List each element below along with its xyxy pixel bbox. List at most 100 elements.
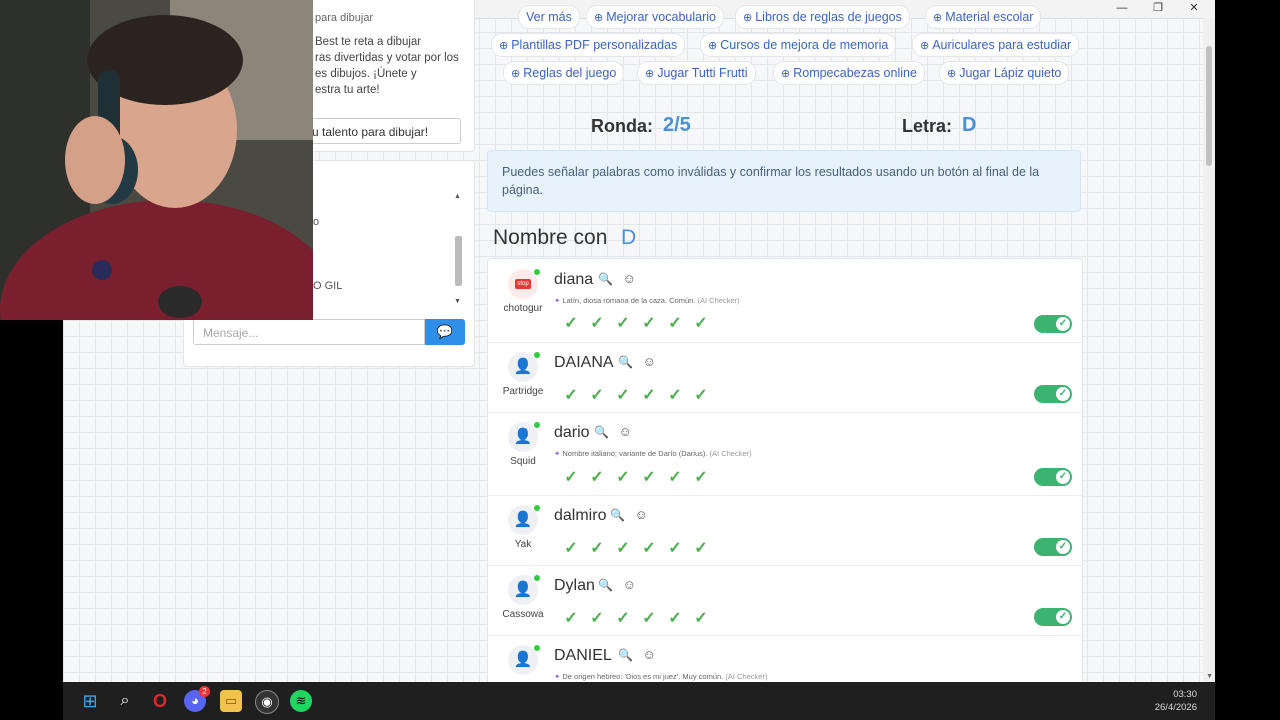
plus-circle-icon: ⊕ xyxy=(511,68,521,80)
chip-vocabulario[interactable]: ⊕ Mejorar vocabulario xyxy=(586,5,724,29)
emoji-react-icon[interactable]: ☺ xyxy=(623,271,636,286)
vote-check-icon[interactable]: ✓ xyxy=(662,313,688,333)
close-button[interactable]: ✕ xyxy=(1177,0,1211,18)
search-icon[interactable]: 🔍 xyxy=(610,508,625,522)
check-icon: ✓ xyxy=(1056,610,1070,624)
vote-check-icon[interactable]: ✓ xyxy=(636,385,662,405)
emoji-react-icon[interactable]: ☺ xyxy=(643,647,656,662)
vote-check-icon[interactable]: ✓ xyxy=(584,467,610,487)
vote-check-icon[interactable]: ✓ xyxy=(558,385,584,405)
vote-check-icon[interactable]: ✓ xyxy=(688,385,714,405)
chat-message-input[interactable]: Mensaje... xyxy=(193,319,425,345)
search-icon[interactable]: ⌕ xyxy=(114,690,136,712)
send-message-button[interactable]: 💬 xyxy=(425,319,465,345)
chip-label: Libros de reglas de juegos xyxy=(755,10,902,24)
vote-check-icon[interactable]: ✓ xyxy=(688,608,714,628)
vote-check-icon[interactable]: ✓ xyxy=(610,608,636,628)
vote-check-icon[interactable]: ✓ xyxy=(662,385,688,405)
vote-check-icon[interactable]: ✓ xyxy=(636,467,662,487)
chip-rompecabezas[interactable]: ⊕ Rompecabezas online xyxy=(773,61,925,85)
vote-check-icon[interactable]: ✓ xyxy=(636,608,662,628)
vote-check-icon[interactable]: ✓ xyxy=(584,538,610,558)
definition-text: Nombre italiano; variante de Darío (Dari… xyxy=(562,449,708,458)
plus-circle-icon: ⊕ xyxy=(947,68,957,80)
plus-circle-icon: ⊕ xyxy=(708,40,718,52)
valid-toggle[interactable]: ✓ xyxy=(1034,385,1072,403)
emoji-react-icon[interactable]: ☺ xyxy=(619,424,632,439)
check-icon: ✓ xyxy=(1056,540,1070,554)
vote-check-icon[interactable]: ✓ xyxy=(636,313,662,333)
plus-circle-icon: ⊕ xyxy=(499,40,509,52)
search-icon[interactable]: 🔍 xyxy=(618,355,633,369)
online-status-dot xyxy=(534,505,540,511)
answer-word: DAIANA xyxy=(554,354,614,371)
vote-check-icon[interactable]: ✓ xyxy=(636,538,662,558)
check-icon: ✓ xyxy=(1056,387,1070,401)
chat-scroll-up-icon[interactable]: ▲ xyxy=(454,193,461,200)
definition-text: Latín, diosa romana de la caza. Común. xyxy=(562,296,696,305)
vote-check-icon[interactable]: ✓ xyxy=(610,313,636,333)
word-tools: 🔍 ☺ xyxy=(610,507,648,522)
chip-tutti-frutti[interactable]: ⊕ Jugar Tutti Frutti xyxy=(637,61,756,85)
category-title: Nombre con xyxy=(493,226,608,249)
emoji-react-icon[interactable]: ☺ xyxy=(623,577,636,592)
vote-check-icon[interactable]: ✓ xyxy=(688,313,714,333)
discord-icon[interactable]: ◕ 2 xyxy=(184,686,210,712)
vote-check-icon[interactable]: ✓ xyxy=(688,467,714,487)
vote-check-icon[interactable]: ✓ xyxy=(662,538,688,558)
file-explorer-icon[interactable]: ▭ xyxy=(220,690,242,712)
chip-lapiz-quieto[interactable]: ⊕ Jugar Lápiz quieto xyxy=(939,61,1070,85)
vote-check-icon[interactable]: ✓ xyxy=(610,538,636,558)
vote-check-icon[interactable]: ✓ xyxy=(688,538,714,558)
obs-icon[interactable]: ◉ xyxy=(255,690,279,714)
definition-source: (AI Checker) xyxy=(709,449,752,458)
valid-toggle[interactable]: ✓ xyxy=(1034,468,1072,486)
vote-check-icon[interactable]: ✓ xyxy=(584,313,610,333)
chat-scrollbar-thumb[interactable] xyxy=(455,236,462,286)
emoji-react-icon[interactable]: ☺ xyxy=(643,354,656,369)
search-icon[interactable]: 🔍 xyxy=(594,425,609,439)
webcam-overlay xyxy=(0,0,313,320)
chip-libros-reglas[interactable]: ⊕ Libros de reglas de juegos xyxy=(735,5,910,29)
chat-scroll-down-icon[interactable]: ▼ xyxy=(454,298,461,305)
intro-line: ras divertidas y votar por los xyxy=(315,52,459,64)
vote-check-icon[interactable]: ✓ xyxy=(584,608,610,628)
emoji-react-icon[interactable]: ☺ xyxy=(635,507,648,522)
vote-check-icon[interactable]: ✓ xyxy=(584,385,610,405)
page-scrollbar[interactable]: ▼ xyxy=(1203,18,1215,682)
vote-check-icon[interactable]: ✓ xyxy=(558,538,584,558)
restore-button[interactable]: ❐ xyxy=(1141,0,1175,18)
chip-material-escolar[interactable]: ⊕ Material escolar xyxy=(925,5,1042,29)
minimize-button[interactable]: — xyxy=(1105,0,1139,18)
vote-check-icon[interactable]: ✓ xyxy=(610,385,636,405)
scroll-down-arrow-icon[interactable]: ▼ xyxy=(1206,673,1213,680)
search-icon[interactable]: 🔍 xyxy=(598,272,613,286)
category-letter: D xyxy=(621,226,637,249)
windows-start-icon[interactable]: ⊞ xyxy=(79,690,101,712)
vote-check-icon[interactable]: ✓ xyxy=(558,467,584,487)
chip-ver-mas[interactable]: Ver más xyxy=(518,5,580,29)
stop-sign-label: stop xyxy=(515,279,531,290)
vote-check-icon[interactable]: ✓ xyxy=(558,313,584,333)
chip-auriculares[interactable]: ⊕ Auriculares para estudiar xyxy=(912,33,1080,57)
vote-check-icon[interactable]: ✓ xyxy=(558,608,584,628)
chip-cursos-memoria[interactable]: ⊕ Cursos de mejora de memoria xyxy=(700,33,897,57)
search-icon[interactable]: 🔍 xyxy=(598,578,613,592)
chip-plantillas-pdf[interactable]: ⊕ Plantillas PDF personalizadas xyxy=(491,33,686,57)
answer-row: stop chotogur diana 🔍 ☺ ✦ Latín, diosa r… xyxy=(488,259,1082,343)
definition-source: (AI Checker) xyxy=(725,672,768,681)
chat-message: o xyxy=(313,216,320,228)
spotify-icon[interactable]: ≋ xyxy=(290,690,312,712)
opera-browser-icon[interactable]: O xyxy=(149,690,171,712)
search-icon[interactable]: 🔍 xyxy=(618,648,633,662)
valid-toggle[interactable]: ✓ xyxy=(1034,608,1072,626)
vote-check-icon[interactable]: ✓ xyxy=(662,608,688,628)
ai-definition: ✦ Nombre italiano; variante de Darío (Da… xyxy=(554,449,752,458)
chip-reglas-juego[interactable]: ⊕ Reglas del juego xyxy=(503,61,625,85)
system-clock[interactable]: 03:30 26/4/2026 xyxy=(1155,688,1197,714)
page-scrollbar-thumb[interactable] xyxy=(1206,46,1212,166)
vote-check-icon[interactable]: ✓ xyxy=(662,467,688,487)
vote-check-icon[interactable]: ✓ xyxy=(610,467,636,487)
valid-toggle[interactable]: ✓ xyxy=(1034,315,1072,333)
valid-toggle[interactable]: ✓ xyxy=(1034,538,1072,556)
